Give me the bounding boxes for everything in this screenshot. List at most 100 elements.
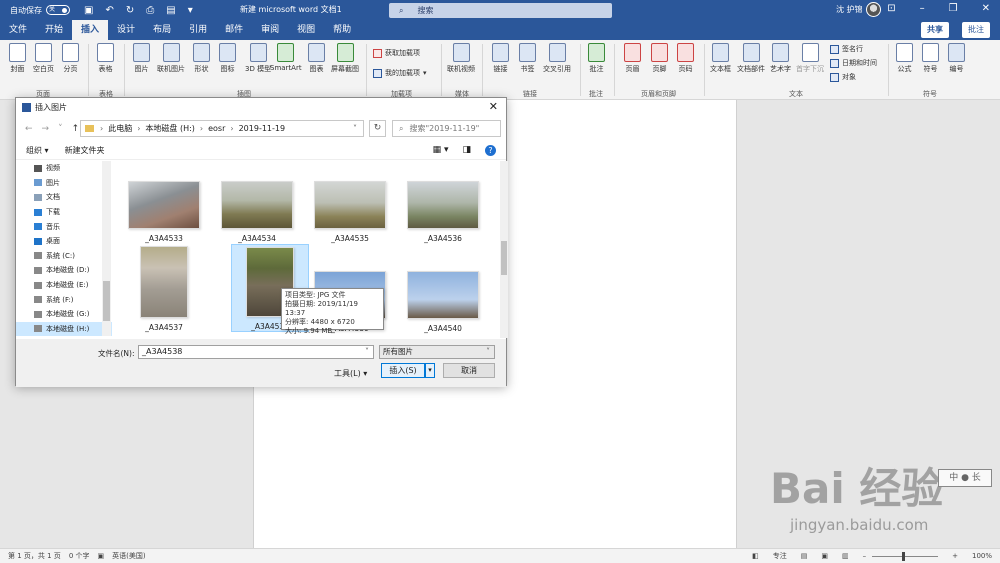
breadcrumb-eosr[interactable]: eosr bbox=[208, 124, 225, 133]
forward-arrow-icon[interactable]: → bbox=[42, 124, 50, 134]
file-thumbnail[interactable]: _A3A4534 bbox=[218, 181, 296, 243]
autosave-control[interactable]: 自动保存 关 bbox=[10, 5, 70, 16]
tell-me-search[interactable]: ⌕ 搜索 bbox=[389, 3, 612, 18]
minimize-icon[interactable]: – bbox=[920, 3, 925, 14]
file-thumbnail[interactable]: _A3A4533 bbox=[125, 181, 203, 243]
comments-button[interactable]: 批注 bbox=[962, 22, 990, 38]
nav-item-drive-h[interactable]: 本地磁盘 (H:) bbox=[16, 321, 112, 337]
shapes-button[interactable]: 形状 bbox=[193, 43, 210, 74]
nav-item-downloads[interactable]: 下载 bbox=[16, 205, 112, 220]
web-layout-icon[interactable]: ▥ bbox=[842, 552, 849, 560]
print-icon[interactable]: ⎙ bbox=[146, 5, 154, 16]
cross-reference-button[interactable]: 交叉引用 bbox=[543, 43, 571, 74]
focus-icon[interactable]: ◧ bbox=[752, 552, 759, 560]
tab-help[interactable]: 帮助 bbox=[324, 20, 360, 40]
open-icon[interactable]: ▤ bbox=[166, 5, 175, 16]
drop-cap-button[interactable]: 首字下沉 bbox=[796, 43, 824, 74]
insert-options-dropdown[interactable]: ▾ bbox=[425, 363, 435, 378]
zoom-level[interactable]: 100% bbox=[972, 552, 992, 560]
tab-mailings[interactable]: 邮件 bbox=[216, 20, 252, 40]
avatar[interactable] bbox=[866, 2, 881, 17]
recent-locations-icon[interactable]: ˅ bbox=[58, 124, 63, 134]
chevron-down-icon[interactable]: ˅ bbox=[365, 346, 369, 358]
tab-insert[interactable]: 插入 bbox=[72, 20, 109, 40]
signature-line-button[interactable]: 签名行 bbox=[830, 44, 863, 54]
zoom-out-icon[interactable]: – bbox=[863, 552, 867, 560]
screenshot-button[interactable]: 屏幕截图 bbox=[331, 43, 359, 74]
undo-icon[interactable]: ↶ bbox=[105, 5, 113, 16]
tab-file[interactable]: 文件 bbox=[0, 20, 36, 40]
file-thumbnail[interactable]: _A3A4535 bbox=[311, 181, 389, 243]
file-thumbnail[interactable]: _A3A4540 bbox=[404, 271, 482, 333]
file-thumbnail[interactable]: _A3A4536 bbox=[404, 181, 482, 243]
nav-item-documents[interactable]: 文档 bbox=[16, 190, 112, 205]
footer-button[interactable]: 页脚 bbox=[651, 43, 668, 74]
organize-button[interactable]: 组织 ▾ bbox=[26, 145, 49, 156]
page-break-button[interactable]: 分页 bbox=[62, 43, 79, 74]
pictures-button[interactable]: 图片 bbox=[133, 43, 150, 74]
online-pictures-button[interactable]: 联机图片 bbox=[157, 43, 185, 74]
nav-item-music[interactable]: 音乐 bbox=[16, 219, 112, 234]
user-name[interactable]: 沈 护锦 bbox=[836, 4, 863, 15]
back-arrow-icon[interactable]: ← bbox=[25, 124, 33, 134]
nav-item-videos[interactable]: 视频 bbox=[16, 161, 112, 176]
object-button[interactable]: 对象 bbox=[830, 72, 856, 82]
chevron-down-icon[interactable]: ˅ bbox=[353, 124, 357, 133]
folder-search-input[interactable]: ⌕ 搜索"2019-11-19" bbox=[392, 120, 501, 137]
tab-view[interactable]: 视图 bbox=[288, 20, 324, 40]
page-number-button[interactable]: 页码 bbox=[677, 43, 694, 74]
word-count[interactable]: 0 个字 bbox=[69, 551, 90, 561]
proofing-icon[interactable]: ▣ bbox=[98, 552, 105, 560]
tab-layout[interactable]: 布局 bbox=[144, 20, 180, 40]
nav-item-drive-g[interactable]: 本地磁盘 (G:) bbox=[16, 307, 112, 322]
my-addins-button[interactable]: 我的加载项 ▾ bbox=[373, 68, 427, 78]
symbol-button[interactable]: 符号 bbox=[922, 43, 939, 74]
number-button[interactable]: 编号 bbox=[948, 43, 965, 74]
3d-models-button[interactable]: 3D 模型 bbox=[245, 43, 271, 74]
nav-item-pictures[interactable]: 图片 bbox=[16, 176, 112, 191]
page-count[interactable]: 第 1 页，共 1 页 bbox=[8, 551, 61, 561]
share-button[interactable]: 共享 bbox=[921, 22, 949, 38]
tab-design[interactable]: 设计 bbox=[108, 20, 144, 40]
autosave-toggle[interactable]: 关 bbox=[46, 5, 70, 15]
bookmark-button[interactable]: 书签 bbox=[519, 43, 536, 74]
text-box-button[interactable]: 文本框 bbox=[710, 43, 731, 74]
print-layout-icon[interactable]: ▣ bbox=[821, 552, 828, 560]
header-button[interactable]: 页眉 bbox=[624, 43, 641, 74]
new-comment-button[interactable]: 批注 bbox=[588, 43, 605, 74]
scrollbar-thumb[interactable] bbox=[501, 241, 507, 275]
change-view-icon[interactable]: ▦ ▾ bbox=[433, 145, 449, 156]
tools-button[interactable]: 工具(L) ▾ bbox=[334, 368, 367, 379]
icons-button[interactable]: 图标 bbox=[219, 43, 236, 74]
tab-home[interactable]: 开始 bbox=[36, 20, 72, 40]
zoom-in-icon[interactable]: + bbox=[952, 552, 958, 560]
cancel-button[interactable]: 取消 bbox=[443, 363, 495, 378]
nav-item-drive-d[interactable]: 本地磁盘 (D:) bbox=[16, 263, 112, 278]
maximize-icon[interactable]: ❐ bbox=[949, 3, 958, 14]
read-mode-icon[interactable]: ▤ bbox=[801, 552, 808, 560]
ribbon-display-icon[interactable]: ⊡ bbox=[887, 3, 895, 14]
language-indicator[interactable]: 英语(美国) bbox=[112, 551, 145, 561]
focus-label[interactable]: 专注 bbox=[773, 551, 787, 561]
tab-references[interactable]: 引用 bbox=[180, 20, 216, 40]
save-icon[interactable]: ▣ bbox=[84, 5, 93, 16]
nav-item-drive-e[interactable]: 本地磁盘 (E:) bbox=[16, 278, 112, 293]
equation-button[interactable]: 公式 bbox=[896, 43, 913, 74]
zoom-slider-thumb[interactable] bbox=[902, 551, 906, 561]
nav-item-drive-c[interactable]: 系统 (C:) bbox=[16, 249, 112, 264]
new-folder-button[interactable]: 新建文件夹 bbox=[65, 145, 105, 156]
close-icon[interactable]: ✕ bbox=[982, 3, 990, 14]
up-arrow-icon[interactable]: ↑ bbox=[72, 124, 80, 134]
scrollbar-thumb[interactable] bbox=[103, 281, 110, 321]
cover-page-button[interactable]: 封面 bbox=[9, 43, 26, 74]
zoom-slider[interactable] bbox=[872, 551, 939, 561]
redo-icon[interactable]: ↻ bbox=[126, 5, 134, 16]
filename-input[interactable]: _A3A4538 ˅ bbox=[138, 345, 374, 359]
refresh-icon[interactable]: ↻ bbox=[369, 120, 386, 137]
insert-button[interactable]: 插入(S) bbox=[381, 363, 425, 378]
breadcrumb-this-pc[interactable]: 此电脑 bbox=[108, 123, 132, 134]
breadcrumb-date-folder[interactable]: 2019-11-19 bbox=[239, 124, 286, 133]
file-type-select[interactable]: 所有图片 ˅ bbox=[379, 345, 495, 359]
chart-button[interactable]: 图表 bbox=[308, 43, 325, 74]
quick-parts-button[interactable]: 文档部件 bbox=[737, 43, 765, 74]
